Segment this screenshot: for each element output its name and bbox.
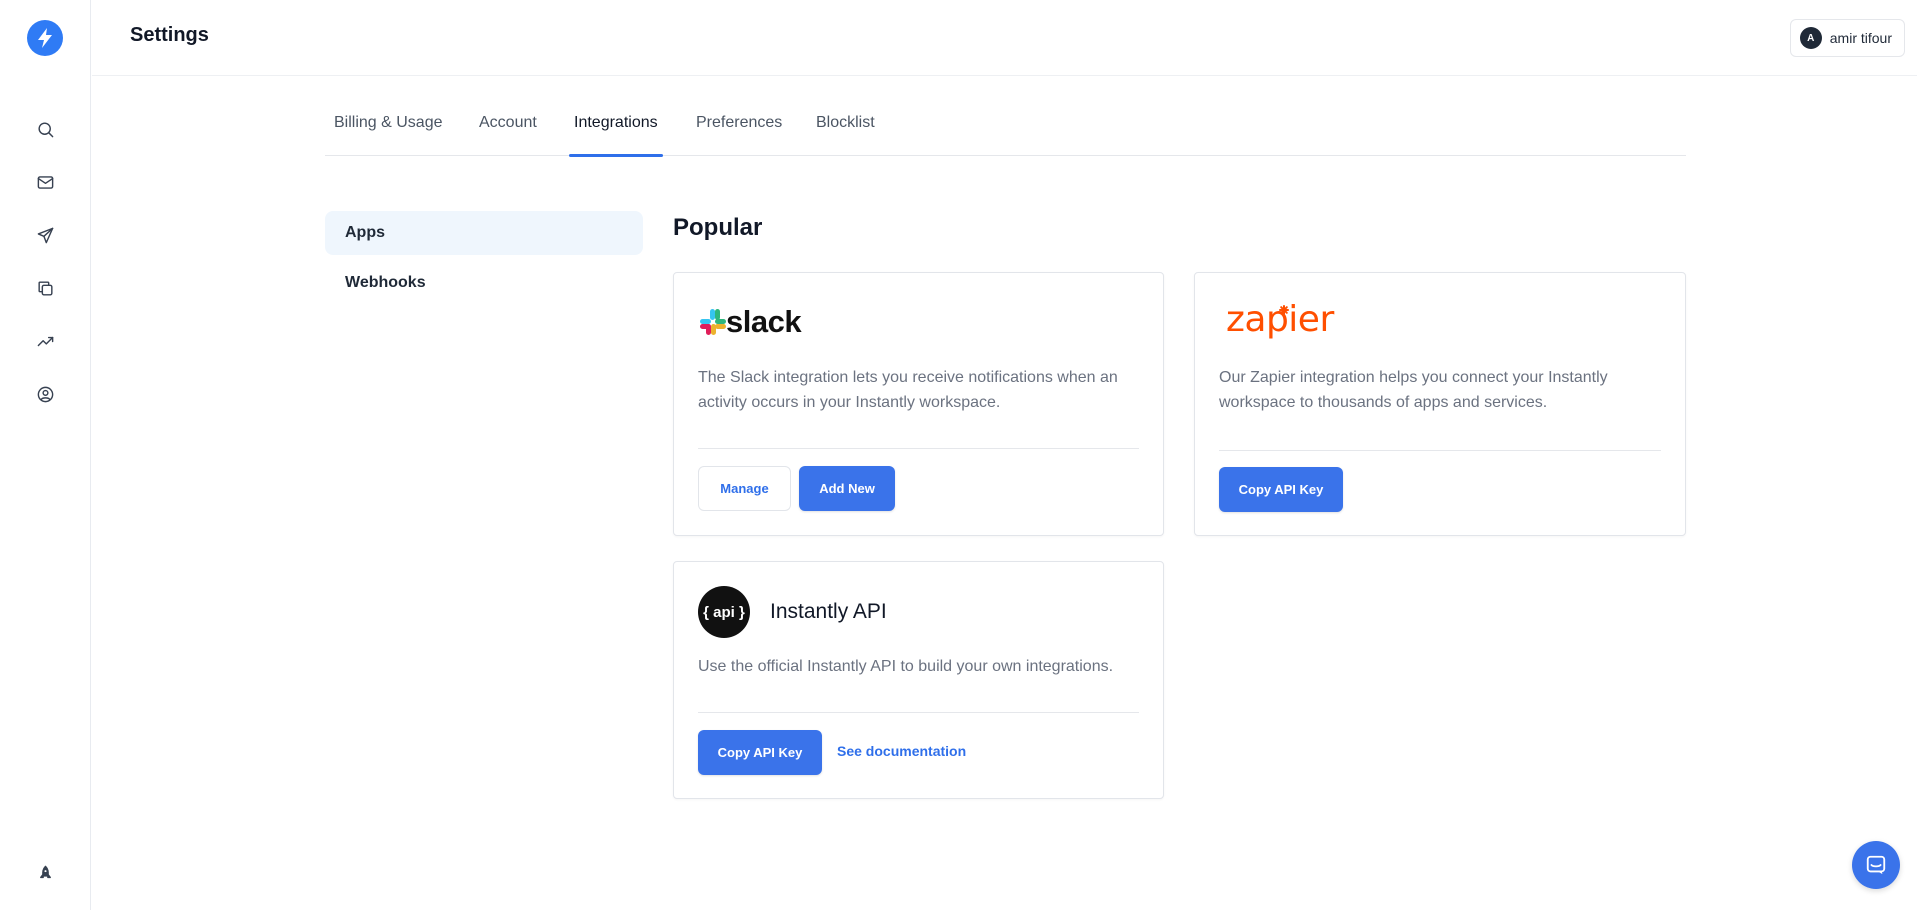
tab-blocklist[interactable]: Blocklist	[816, 114, 875, 156]
tab-preferences[interactable]: Preferences	[696, 114, 782, 156]
instantly-api-card: { api } Instantly API Use the official I…	[673, 561, 1164, 799]
user-menu-button[interactable]: A amir tifour	[1789, 19, 1905, 57]
tab-billing-usage[interactable]: Billing & Usage	[334, 114, 443, 156]
chat-support-button[interactable]	[1852, 841, 1900, 889]
mail-icon[interactable]	[32, 169, 58, 195]
zapier-description-line1: Our Zapier integration helps you connect…	[1219, 369, 1608, 386]
copy-icon[interactable]	[32, 275, 58, 301]
page-title: Settings	[130, 24, 209, 46]
submenu-item-webhooks[interactable]: Webhooks	[325, 261, 643, 305]
divider	[698, 712, 1139, 713]
lightning-logo-icon[interactable]	[27, 20, 63, 56]
tab-integrations[interactable]: Integrations	[569, 114, 663, 157]
settings-tabs: Billing & Usage Account Integrations Pre…	[325, 104, 1686, 157]
zapier-card: zapier Our Zapier integration helps you …	[1194, 272, 1686, 536]
manage-button[interactable]: Manage	[698, 466, 791, 511]
add-new-button[interactable]: Add New	[799, 466, 895, 511]
section-title: Popular	[673, 214, 763, 241]
avatar: A	[1799, 27, 1822, 49]
slack-logo-text: slack	[726, 304, 802, 339]
slack-logo-icon	[700, 309, 726, 335]
sidebar	[0, 0, 91, 910]
slack-description-line2: activity occurs in your Instantly worksp…	[698, 394, 1001, 411]
see-documentation-link[interactable]: See documentation	[837, 743, 966, 759]
zapier-asterisk-icon	[1279, 302, 1289, 315]
top-header: Settings A amir tifour	[92, 0, 1917, 76]
tab-account[interactable]: Account	[479, 114, 537, 156]
chat-icon	[1866, 855, 1886, 875]
search-icon[interactable]	[32, 116, 58, 142]
api-card-title: Instantly API	[770, 600, 887, 623]
api-copy-api-key-button[interactable]: Copy API Key	[698, 730, 822, 775]
slack-description-line1: The Slack integration lets you receive n…	[698, 369, 1118, 386]
rocket-icon[interactable]	[32, 860, 58, 886]
submenu-item-apps[interactable]: Apps	[325, 211, 643, 255]
api-description: Use the official Instantly API to build …	[698, 658, 1114, 675]
slack-card: slack The Slack integration lets you rec…	[673, 272, 1164, 536]
zapier-description-line2: workspace to thousands of apps and servi…	[1219, 394, 1548, 411]
user-circle-icon[interactable]	[32, 381, 58, 407]
zapier-copy-api-key-button[interactable]: Copy API Key	[1219, 467, 1343, 512]
api-logo-icon: { api }	[698, 586, 750, 638]
send-icon[interactable]	[32, 222, 58, 248]
user-name: amir tifour	[1829, 30, 1892, 46]
divider	[1219, 450, 1661, 451]
divider	[698, 448, 1139, 449]
analytics-icon[interactable]	[32, 328, 58, 354]
